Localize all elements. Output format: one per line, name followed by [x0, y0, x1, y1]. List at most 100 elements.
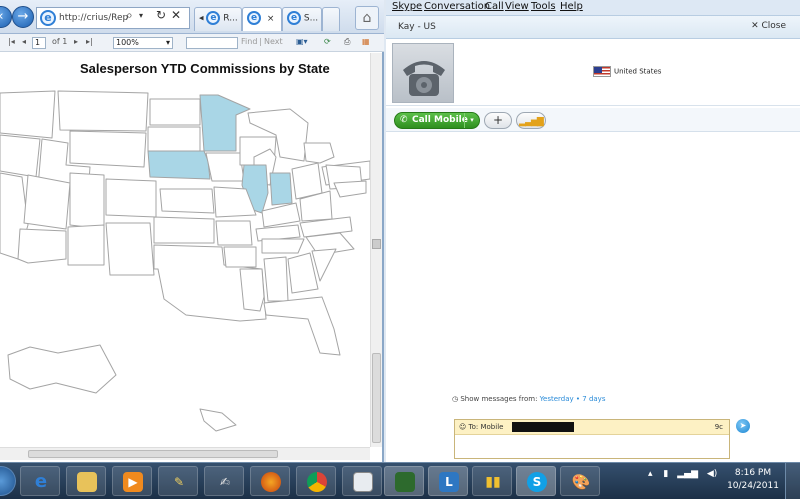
home-icon[interactable]: ⌂ [355, 6, 379, 30]
message-compose-box[interactable]: ☺ To: Mobile 9c [454, 419, 730, 459]
menu-conversation[interactable]: Conversation [424, 1, 490, 12]
tray-expand-icon[interactable]: ▴ [648, 469, 653, 479]
next-page-icon[interactable]: ▸ [74, 37, 78, 46]
call-mobile-button[interactable]: ✆ Call Mobile ▾ [394, 112, 480, 129]
scroll-thumb[interactable] [28, 450, 278, 458]
taskbar-media-player[interactable]: ▶ [112, 466, 152, 496]
report-title: Salesperson YTD Commissions by State [80, 61, 330, 76]
last-page-icon[interactable]: ▸| [86, 37, 93, 46]
back-button[interactable]: ‹ [0, 6, 12, 28]
chevron-down-icon[interactable]: ▾ [464, 113, 479, 128]
close-button[interactable]: ✕ Close [751, 21, 786, 31]
us-state-map [0, 90, 370, 432]
call-quality-button[interactable]: ▂▃▅▇ [516, 112, 546, 129]
clock-date: 10/24/2011 [727, 481, 779, 491]
menu-tools[interactable]: Tools [531, 1, 556, 12]
export-icon[interactable]: ▣▾ [296, 37, 308, 46]
taskbar-firefox[interactable] [250, 466, 290, 496]
dropdown-arrow-icon[interactable]: ▾ [139, 11, 143, 20]
ie-tab-icon: e [206, 11, 221, 25]
taskbar-chrome[interactable] [296, 466, 336, 496]
data-feed-icon[interactable]: ▦ [362, 37, 370, 46]
terminal-icon [395, 472, 415, 492]
state-shape [263, 256, 289, 302]
taskbar-app-chart[interactable]: ▮▮ [472, 466, 512, 496]
taskbar-app-window[interactable] [342, 466, 382, 496]
taskbar-app-pen[interactable]: ✎ [158, 466, 198, 496]
state-shape [149, 98, 201, 126]
notes-icon: ✍ [219, 475, 231, 489]
taskbar-app-notes[interactable]: ✍ [204, 466, 244, 496]
state-shape [261, 202, 301, 228]
state-shape [105, 222, 155, 276]
conversation-header: Kay - US ✕ Close [386, 15, 800, 39]
address-bar[interactable]: e http://crius/Rep [36, 7, 190, 29]
system-tray: ▴ ▮ ▂▄▆ ◀) [648, 469, 717, 479]
ie-page-icon: e [40, 10, 56, 26]
first-page-icon[interactable]: |◂ [8, 37, 15, 46]
forward-button[interactable]: → [12, 6, 34, 28]
state-shape [17, 228, 67, 264]
call-toolbar: ✆ Call Mobile ▾ + ▂▃▅▇ [386, 108, 800, 132]
skype-icon: S [527, 472, 547, 492]
zoom-select[interactable]: 100% ▾ [113, 37, 173, 49]
tab-report[interactable]: ◂ e R... [194, 7, 242, 31]
battery-icon[interactable]: ▮ [663, 469, 668, 479]
state-shapes [0, 90, 370, 432]
refresh-icon[interactable]: ↻ [156, 8, 166, 22]
start-button[interactable] [0, 466, 16, 496]
search-icon[interactable]: ⌕ [126, 8, 133, 23]
find-link[interactable]: Find [241, 37, 257, 46]
network-icon[interactable]: ▂▄▆ [677, 469, 698, 479]
taskbar-lync[interactable]: L [428, 466, 468, 496]
show-desktop-button[interactable] [785, 463, 800, 499]
yesterday-link[interactable]: Yesterday [540, 395, 574, 403]
find-input[interactable] [186, 37, 238, 49]
state-shape [291, 162, 323, 200]
menu-view[interactable]: View [505, 1, 529, 12]
add-participant-button[interactable]: + [484, 112, 512, 129]
next-link[interactable]: Next [264, 37, 283, 46]
paint-icon: 🎨 [571, 473, 591, 491]
refresh-report-icon[interactable]: ⟳ [324, 37, 331, 46]
report-toolbar: |◂ ◂ 1 of 1 ▸ ▸| 100% ▾ Find | Next ▣▾ ⟳… [0, 34, 384, 52]
tab-close-icon[interactable]: × [267, 14, 275, 24]
print-icon[interactable]: ⎙ [344, 37, 350, 47]
tab-scroll-left-icon[interactable]: ◂ [199, 14, 204, 24]
state-shape [7, 344, 117, 394]
scroll-grip[interactable] [372, 239, 381, 249]
state-shape [0, 90, 56, 139]
seven-days-link[interactable]: 7 days [582, 395, 605, 403]
taskbar-paint[interactable]: 🎨 [560, 466, 600, 496]
horizontal-scrollbar[interactable] [0, 447, 370, 460]
taskbar-skype[interactable]: S [516, 466, 556, 496]
scroll-thumb[interactable] [372, 353, 381, 443]
volume-icon[interactable]: ◀) [707, 469, 717, 479]
skype-window: Skype Conversation Call View Tools Help … [386, 0, 800, 462]
state-shape [23, 174, 71, 230]
page-number-input[interactable]: 1 [32, 37, 46, 49]
taskbar-clock[interactable]: 8:16 PM 10/24/2011 [726, 467, 780, 493]
close-label: Close [761, 21, 786, 31]
taskbar-file-explorer[interactable] [66, 466, 106, 496]
state-shape [57, 90, 149, 132]
menu-call[interactable]: Call [485, 1, 504, 12]
send-message-button[interactable]: ➤ [736, 419, 750, 433]
tab-s[interactable]: e S... [282, 7, 322, 31]
stop-icon[interactable]: ✕ [171, 8, 181, 22]
state-shape [239, 268, 265, 312]
tab-label: S... [303, 13, 319, 24]
menu-skype[interactable]: Skype [392, 1, 422, 12]
state-shape [69, 130, 147, 168]
taskbar-app-terminal[interactable] [384, 466, 424, 496]
taskbar-internet-explorer[interactable]: e [20, 466, 60, 496]
emoticon-icon[interactable]: ☺ [459, 423, 469, 431]
vertical-scrollbar[interactable] [370, 53, 382, 447]
bullet-separator: • [575, 395, 581, 403]
new-tab-button[interactable] [322, 7, 340, 31]
tab-active[interactable]: e × [242, 7, 282, 31]
prev-page-icon[interactable]: ◂ [22, 37, 26, 46]
window-icon [353, 472, 373, 492]
menu-help[interactable]: Help [560, 1, 583, 12]
state-shape [147, 126, 201, 152]
